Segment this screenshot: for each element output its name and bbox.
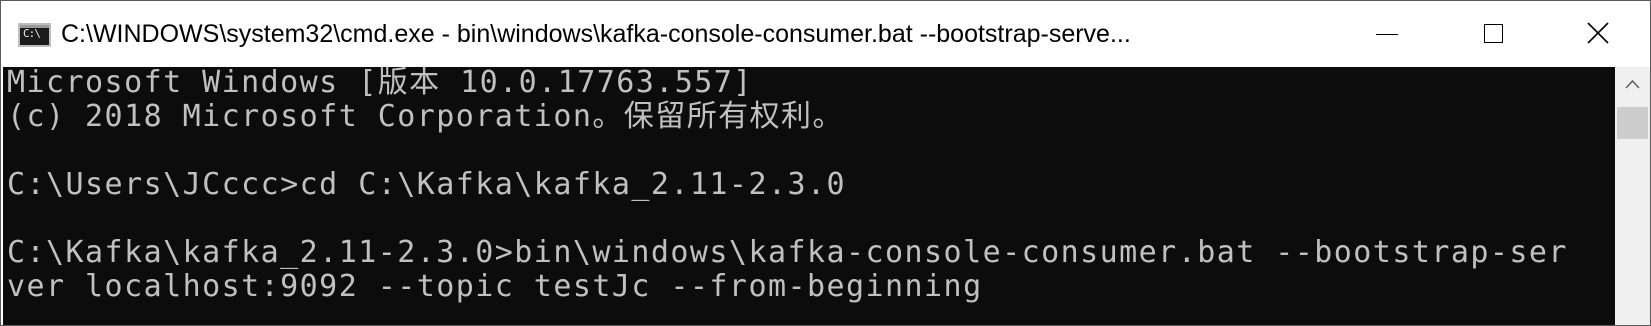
chevron-up-icon xyxy=(1625,79,1640,89)
console-line: (c) 2018 Microsoft Corporation。保留所有权利。 xyxy=(7,99,844,134)
title-bar[interactable]: C:\ C:\WINDOWS\system32\cmd.exe - bin\wi… xyxy=(1,1,1650,67)
minimize-icon xyxy=(1376,34,1398,35)
console-line: C:\Kafka\kafka_2.11-2.3.0>bin\windows\ka… xyxy=(7,235,1568,270)
console-line: Microsoft Windows [版本 10.0.17763.557] xyxy=(7,67,753,100)
minimize-button[interactable] xyxy=(1336,1,1441,67)
console-output[interactable]: Microsoft Windows [版本 10.0.17763.557] (c… xyxy=(3,67,1615,325)
console-line: ver localhost:9092 --topic testJc --from… xyxy=(7,269,983,304)
window-title: C:\WINDOWS\system32\cmd.exe - bin\window… xyxy=(61,20,1131,48)
cmd-window: C:\ C:\WINDOWS\system32\cmd.exe - bin\wi… xyxy=(0,0,1651,326)
scroll-up-button[interactable] xyxy=(1615,67,1650,107)
maximize-icon xyxy=(1484,24,1503,43)
console-line: C:\Users\JCccc>cd C:\Kafka\kafka_2.11-2.… xyxy=(7,167,846,202)
close-button[interactable] xyxy=(1546,1,1650,67)
cmd-icon[interactable]: C:\ xyxy=(18,23,51,47)
maximize-button[interactable] xyxy=(1441,1,1546,67)
close-icon xyxy=(1587,22,1609,44)
scroll-thumb[interactable] xyxy=(1617,107,1648,139)
vertical-scrollbar[interactable] xyxy=(1615,67,1650,325)
